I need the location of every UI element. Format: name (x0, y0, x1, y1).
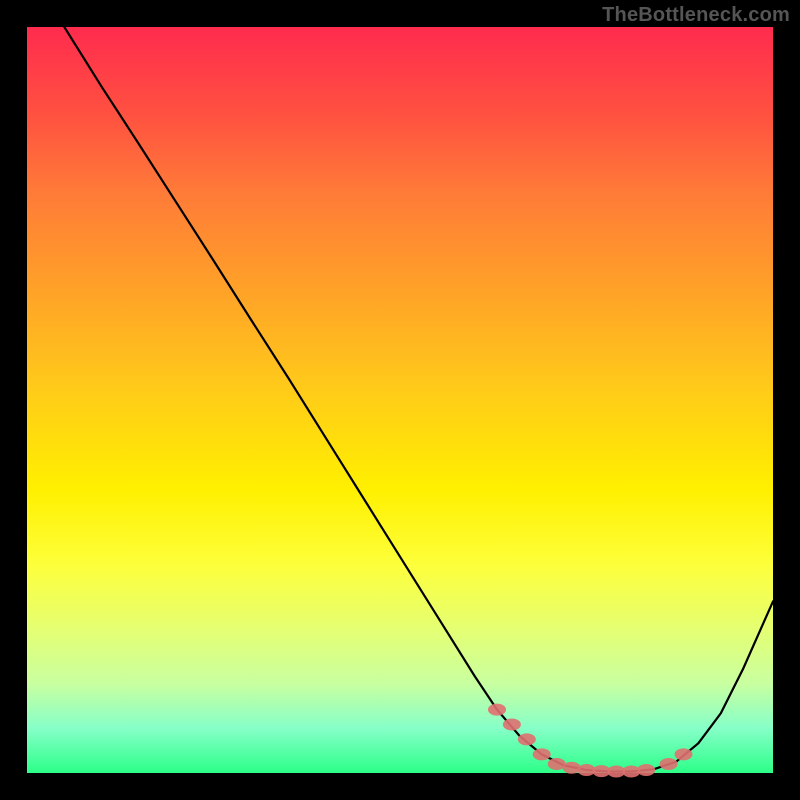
chart-container: TheBottleneck.com (0, 0, 800, 800)
marker-point (563, 762, 581, 774)
marker-point (660, 758, 678, 770)
plot-area (27, 27, 773, 773)
marker-point (518, 733, 536, 745)
marker-group (488, 704, 693, 778)
bottleneck-curve (64, 27, 773, 772)
marker-point (637, 764, 655, 776)
marker-point (675, 748, 693, 760)
marker-point (533, 748, 551, 760)
chart-svg (27, 27, 773, 773)
marker-point (503, 719, 521, 731)
watermark-text: TheBottleneck.com (602, 4, 790, 27)
marker-point (488, 704, 506, 716)
